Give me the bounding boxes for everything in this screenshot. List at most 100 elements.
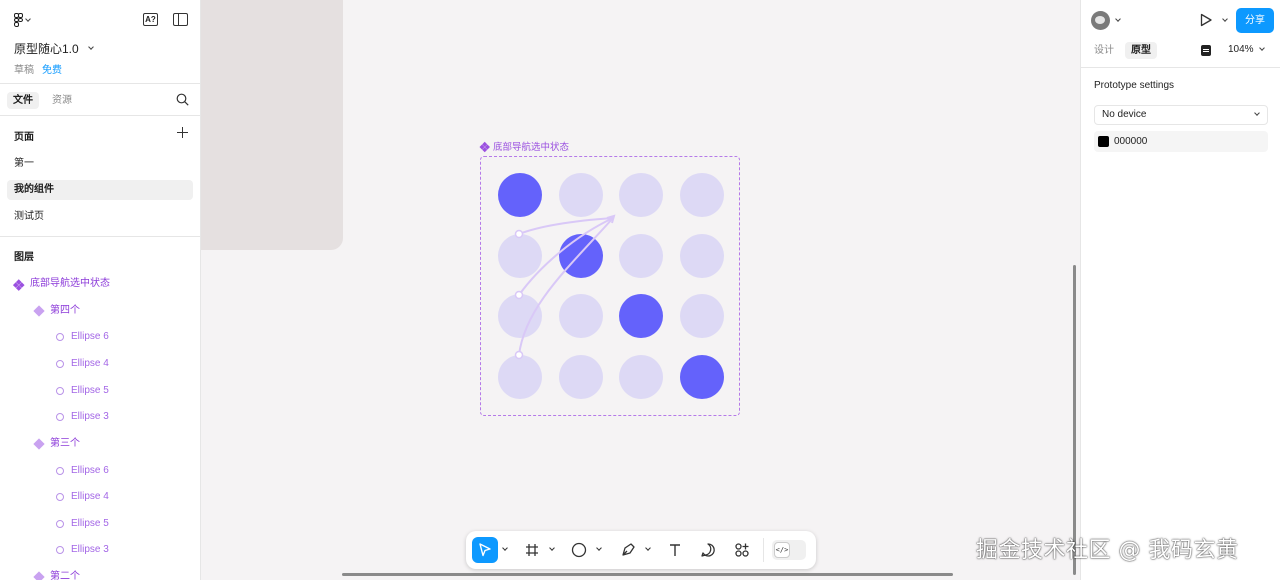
sidebar-tabs: 文件 资源 xyxy=(0,84,200,116)
toolbar-divider xyxy=(763,538,764,562)
ellipse-icon xyxy=(56,387,64,395)
nav-dot-active[interactable] xyxy=(558,233,603,278)
horizontal-scrollbar[interactable] xyxy=(342,573,953,576)
nav-dot-active[interactable] xyxy=(679,354,724,399)
comment-tool[interactable] xyxy=(695,537,721,563)
ellipse-icon xyxy=(571,542,587,558)
page-item-test[interactable]: 测试页 xyxy=(7,207,193,227)
tab-prototype[interactable]: 原型 xyxy=(1125,42,1157,59)
main-menu-button[interactable] xyxy=(14,13,34,27)
text-tool[interactable] xyxy=(662,537,688,563)
vertical-scrollbar[interactable] xyxy=(1073,265,1076,575)
project-title[interactable]: 原型随心1.0 xyxy=(14,40,94,57)
frame-tool[interactable] xyxy=(519,537,545,563)
code-icon: </> xyxy=(774,542,790,558)
nav-dot[interactable] xyxy=(619,233,663,278)
ellipse-icon xyxy=(56,333,64,341)
layer-label: Ellipse 3 xyxy=(71,411,109,422)
ellipse-icon xyxy=(56,467,64,475)
background-color-field[interactable]: 000000 xyxy=(1094,131,1268,152)
tab-assets[interactable]: 资源 xyxy=(46,92,78,109)
ellipse-icon xyxy=(56,360,64,368)
layer-group[interactable]: 第二个 xyxy=(33,568,80,580)
share-button[interactable]: 分享 xyxy=(1236,8,1274,33)
draft-label: 草稿 xyxy=(14,65,34,76)
dev-mode-toggle[interactable]: </> xyxy=(772,540,806,560)
nav-dot[interactable] xyxy=(619,354,663,399)
tab-design[interactable]: 设计 xyxy=(1088,42,1120,59)
layer-ellipse[interactable]: Ellipse 3 xyxy=(56,541,109,559)
project-meta: 草稿 免费 xyxy=(14,61,62,76)
zoom-control[interactable]: 104% xyxy=(1228,44,1265,55)
offscreen-frame[interactable] xyxy=(201,0,343,250)
instance-icon xyxy=(33,305,45,317)
layer-root-component[interactable]: 底部导航选中状态 xyxy=(13,275,110,293)
layer-label: 第二个 xyxy=(50,571,80,580)
layer-ellipse[interactable]: Ellipse 6 xyxy=(56,328,109,346)
right-header: 分享 设计 原型 104% xyxy=(1081,0,1280,68)
plan-badge[interactable]: 免费 xyxy=(42,61,62,76)
nav-dot[interactable] xyxy=(619,173,663,217)
chevron-down-icon[interactable] xyxy=(596,545,602,551)
avatar[interactable] xyxy=(1091,11,1110,30)
layer-ellipse[interactable]: Ellipse 5 xyxy=(56,515,109,533)
nav-dot[interactable] xyxy=(679,294,724,338)
ai-button[interactable]: A? xyxy=(143,13,158,26)
layer-ellipse[interactable]: Ellipse 4 xyxy=(56,355,109,373)
layer-ellipse[interactable]: Ellipse 6 xyxy=(56,462,109,480)
right-panel: 分享 设计 原型 104% Prototype settings No devi… xyxy=(1080,0,1280,580)
toggle-sidebar-icon[interactable] xyxy=(173,13,188,26)
nav-dot[interactable] xyxy=(498,233,542,278)
nav-dot[interactable] xyxy=(558,354,603,399)
device-select[interactable]: No device xyxy=(1094,105,1268,125)
chevron-down-icon xyxy=(87,44,94,50)
component-icon xyxy=(479,141,490,152)
canvas[interactable]: 底部导航选中状态 </> xyxy=(201,0,1080,580)
nav-dot[interactable] xyxy=(498,294,542,338)
add-page-icon[interactable] xyxy=(177,127,188,138)
chevron-down-icon[interactable] xyxy=(645,545,651,551)
color-swatch[interactable] xyxy=(1098,136,1109,147)
nav-dot[interactable] xyxy=(679,173,724,217)
page-item-first[interactable]: 第一 xyxy=(7,154,193,174)
zoom-value: 104% xyxy=(1228,44,1254,55)
page-item-my-components[interactable]: 我的组件 xyxy=(7,180,193,200)
layer-group[interactable]: 第四个 xyxy=(33,302,80,320)
nav-dot[interactable] xyxy=(558,173,603,217)
layer-label: Ellipse 4 xyxy=(71,358,109,369)
chevron-down-icon[interactable] xyxy=(1115,16,1121,22)
chevron-down-icon xyxy=(25,15,31,22)
layer-ellipse[interactable]: Ellipse 4 xyxy=(56,488,109,506)
pen-icon xyxy=(622,543,635,556)
chevron-down-icon xyxy=(1258,45,1265,51)
chevron-down-icon[interactable] xyxy=(549,545,555,551)
search-icon[interactable] xyxy=(176,93,189,106)
nav-dot[interactable] xyxy=(679,233,724,278)
play-icon[interactable] xyxy=(1199,13,1213,27)
actions-tool[interactable] xyxy=(729,537,755,563)
nav-dot[interactable] xyxy=(558,294,603,338)
layer-ellipse[interactable]: Ellipse 3 xyxy=(56,408,109,426)
chevron-down-icon[interactable] xyxy=(502,545,508,551)
layer-ellipse[interactable]: Ellipse 5 xyxy=(56,382,109,400)
layer-label: Ellipse 6 xyxy=(71,465,109,476)
ellipse-icon xyxy=(56,493,64,501)
notes-icon[interactable] xyxy=(1201,45,1211,56)
layer-label: Ellipse 6 xyxy=(71,331,109,342)
color-hex-value[interactable]: 000000 xyxy=(1114,136,1147,147)
layer-group[interactable]: 第三个 xyxy=(33,435,80,453)
layer-label: Ellipse 3 xyxy=(71,544,109,555)
left-sidebar: A? 原型随心1.0 草稿 免费 文件 资源 页面 第一 我的组件 测试页 图层… xyxy=(0,0,201,580)
pen-tool[interactable] xyxy=(615,537,641,563)
tab-file[interactable]: 文件 xyxy=(7,92,39,109)
nav-dot-active[interactable] xyxy=(619,294,663,338)
ellipse-icon xyxy=(56,520,64,528)
component-label[interactable]: 底部导航选中状态 xyxy=(479,139,569,153)
nav-dot[interactable] xyxy=(498,354,542,399)
comment-icon xyxy=(701,543,715,557)
chevron-down-icon[interactable] xyxy=(1222,16,1228,22)
layer-label: Ellipse 5 xyxy=(71,385,109,396)
shape-tool[interactable] xyxy=(566,537,592,563)
nav-dot-active[interactable] xyxy=(498,173,542,217)
move-tool[interactable] xyxy=(472,537,498,563)
